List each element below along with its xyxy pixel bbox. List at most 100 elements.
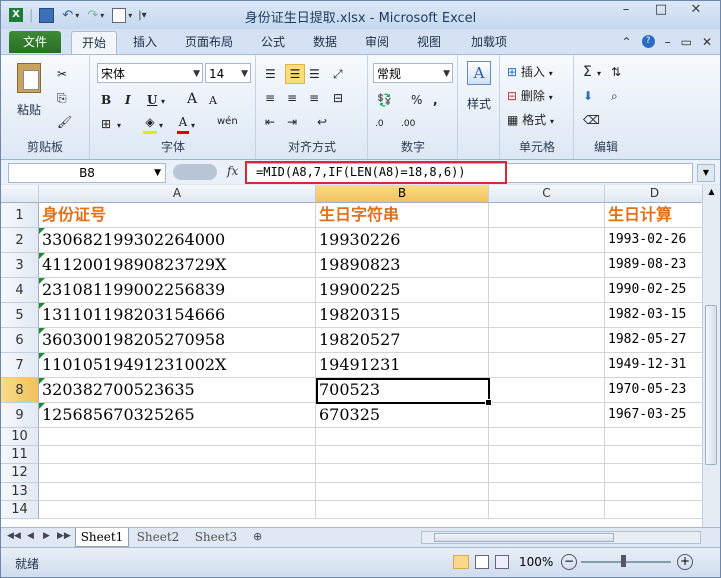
comma-button[interactable]: , (433, 91, 438, 109)
cell-d7[interactable]: 1949-12-31 (605, 353, 705, 378)
font-color-button[interactable]: A (177, 113, 189, 134)
cell-c1[interactable] (489, 203, 605, 228)
cell-a11[interactable] (39, 446, 316, 465)
fill-color-dropdown-icon[interactable]: ▾ (159, 117, 163, 135)
paste-button[interactable]: 粘贴 (9, 61, 49, 123)
row-header-1[interactable]: 1 (1, 203, 39, 228)
font-name-select[interactable]: 宋体 ▼ (97, 63, 203, 83)
row-header-14[interactable]: 14 (1, 500, 39, 519)
help-icon[interactable]: ? (641, 35, 655, 48)
cell-a2[interactable]: 330682199302264000 (39, 228, 316, 253)
cell-d6[interactable]: 1982-05-27 (605, 328, 705, 353)
cell-c13[interactable] (489, 482, 605, 501)
clear-icon[interactable]: ⌫ (583, 111, 600, 129)
cell-c5[interactable] (489, 303, 605, 328)
tab-formulas[interactable]: 公式 (253, 31, 293, 53)
increase-indent-icon[interactable]: ⇥ (287, 113, 297, 131)
row-header-9[interactable]: 9 (1, 403, 39, 428)
cell-b4[interactable]: 19900225 (316, 278, 489, 303)
column-header-d[interactable]: D (605, 185, 705, 203)
close-button[interactable]: ✕ (681, 1, 711, 21)
cell-b10[interactable] (316, 428, 489, 447)
zoom-level[interactable]: 100% (519, 555, 553, 569)
autosum-button[interactable]: Σ (583, 63, 592, 81)
underline-dropdown-icon[interactable]: ▾ (161, 93, 165, 111)
cell-b14[interactable] (316, 500, 489, 519)
align-bottom-icon[interactable]: ☰ (309, 65, 320, 83)
increase-decimal-button[interactable]: .0 (375, 115, 384, 133)
zoom-in-icon[interactable]: + (677, 554, 693, 570)
vertical-scrollbar[interactable]: ▲ (702, 185, 720, 527)
format-painter-icon[interactable]: 🖌 (57, 113, 72, 131)
row-header-8[interactable]: 8 (1, 378, 39, 403)
next-sheet-icon[interactable]: ▶ (43, 531, 50, 541)
workbook-close-icon[interactable]: ✕ (702, 35, 712, 49)
sort-filter-icon[interactable]: ⇅ (611, 63, 621, 81)
tab-view[interactable]: 视图 (409, 31, 449, 53)
phonetic-button[interactable]: wén (217, 113, 238, 131)
fill-icon[interactable]: ⬇ (583, 87, 593, 105)
align-top-icon[interactable]: ☰ (265, 65, 276, 83)
cell-a10[interactable] (39, 428, 316, 447)
cell-d8[interactable]: 1970-05-23 (605, 378, 705, 403)
row-header-7[interactable]: 7 (1, 353, 39, 378)
row-header-11[interactable]: 11 (1, 446, 39, 465)
autosum-dropdown-icon[interactable]: ▾ (597, 65, 601, 83)
fill-handle[interactable] (485, 399, 492, 406)
cell-a13[interactable] (39, 482, 316, 501)
cell-c11[interactable] (489, 446, 605, 465)
last-sheet-icon[interactable]: ▶▶ (57, 531, 71, 541)
number-format-select[interactable]: 常规 ▼ (373, 63, 453, 83)
row-header-4[interactable]: 4 (1, 278, 39, 303)
decrease-decimal-icon[interactable]: .00 (401, 115, 415, 133)
format-cells-button[interactable]: ▦ 格式 ▾ (507, 111, 554, 131)
cell-c3[interactable] (489, 253, 605, 278)
row-header-12[interactable]: 12 (1, 464, 39, 483)
decrease-indent-icon[interactable]: ⇤ (265, 113, 275, 131)
cell-d9[interactable]: 1967-03-25 (605, 403, 705, 428)
grow-font-button[interactable]: A (187, 90, 197, 108)
align-left-icon[interactable]: ≡ (265, 89, 275, 107)
maximize-button[interactable]: □ (646, 1, 676, 21)
zoom-slider[interactable] (581, 561, 671, 563)
cell-d12[interactable] (605, 464, 705, 483)
page-layout-view-icon[interactable] (475, 555, 489, 569)
bold-button[interactable]: B (101, 91, 111, 109)
cell-b12[interactable] (316, 464, 489, 483)
zoom-slider-thumb[interactable] (621, 555, 626, 567)
find-select-icon[interactable]: ⌕ (611, 87, 618, 105)
cell-b3[interactable]: 19890823 (316, 253, 489, 278)
cell-d2[interactable]: 1993-02-26 (605, 228, 705, 253)
tab-home[interactable]: 开始 (71, 31, 117, 54)
borders-dropdown-icon[interactable]: ▾ (117, 117, 121, 135)
column-header-c[interactable]: C (489, 185, 605, 203)
percent-button[interactable]: % (411, 91, 422, 109)
sheet-tab-sheet1[interactable]: Sheet1 (75, 528, 129, 547)
cell-b5[interactable]: 19820315 (316, 303, 489, 328)
h-scroll-thumb[interactable] (434, 533, 614, 542)
cell-d3[interactable]: 1989-08-23 (605, 253, 705, 278)
minimize-ribbon-icon[interactable]: ⌃ (622, 35, 632, 49)
cell-b2[interactable]: 19930226 (316, 228, 489, 253)
cell-c2[interactable] (489, 228, 605, 253)
row-header-10[interactable]: 10 (1, 428, 39, 447)
cell-a3[interactable]: 41120019890823729X (39, 253, 316, 278)
expand-formula-bar-icon[interactable]: ▼ (697, 164, 715, 182)
tab-review[interactable]: 审阅 (357, 31, 397, 53)
font-size-select[interactable]: 14 ▼ (205, 63, 251, 83)
minimize-button[interactable]: – (611, 1, 641, 21)
cell-c8[interactable] (489, 378, 605, 403)
styles-button[interactable]: A 样式 (463, 61, 495, 112)
cell-a1[interactable]: 身份证号 (39, 203, 316, 228)
worksheet-grid[interactable]: A B C D 1 身份证号 生日字符串 生日计算 2 33068219930226400… (1, 185, 720, 527)
cell-a9[interactable]: 125685670325265 (39, 403, 316, 428)
zoom-out-icon[interactable]: − (561, 554, 577, 570)
name-box[interactable]: B8 ▼ (8, 163, 166, 183)
wrap-text-icon[interactable]: ↩ (317, 113, 327, 131)
row-header-2[interactable]: 2 (1, 228, 39, 253)
cell-a12[interactable] (39, 464, 316, 483)
cell-d10[interactable] (605, 428, 705, 447)
cell-d14[interactable] (605, 500, 705, 519)
column-header-a[interactable]: A (39, 185, 316, 203)
row-header-6[interactable]: 6 (1, 328, 39, 353)
